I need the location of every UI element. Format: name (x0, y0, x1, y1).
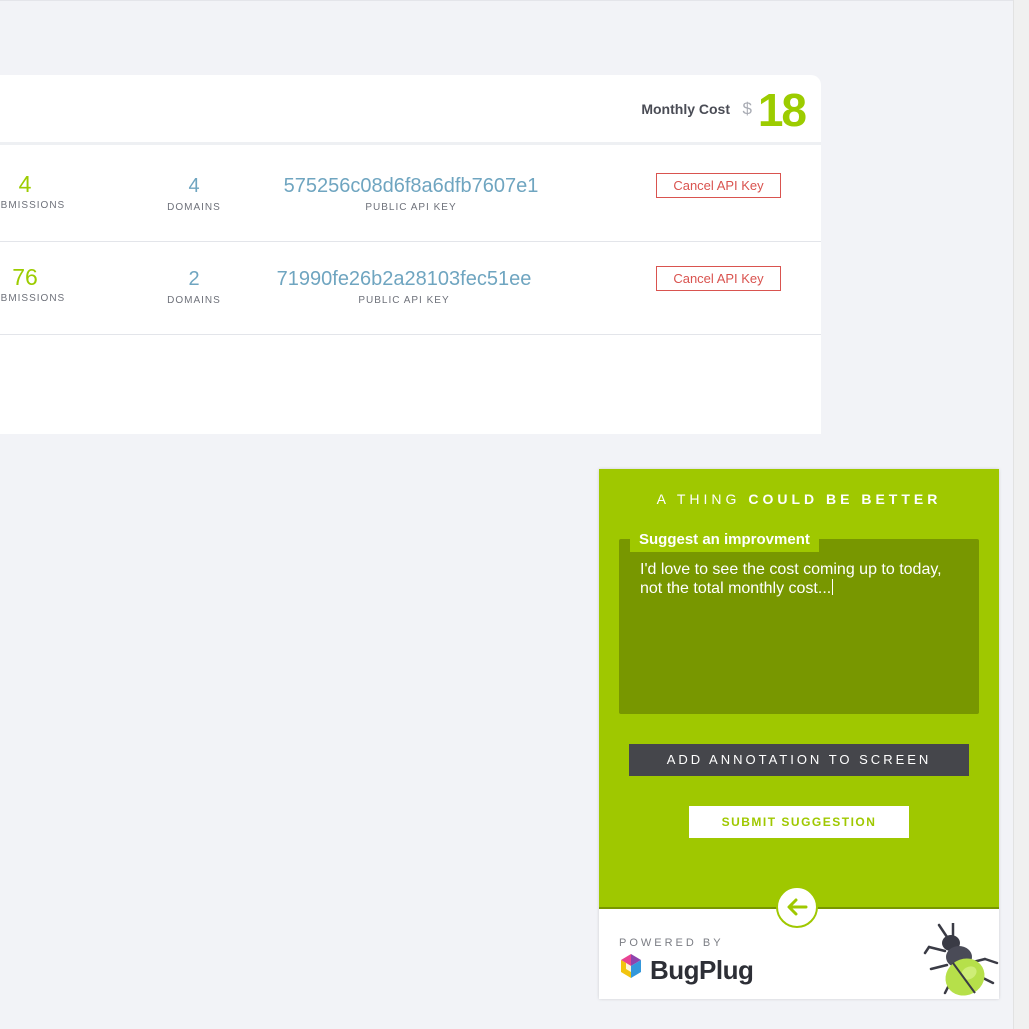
suggestion-text[interactable]: I'd love to see the cost coming up to to… (640, 560, 960, 598)
monthly-cost-label: Monthly Cost (641, 101, 730, 117)
text-caret (832, 579, 834, 595)
submit-suggestion-button[interactable]: SUBMIT SUGGESTION (689, 806, 909, 838)
submissions-label: SUBMISSIONS (0, 200, 66, 211)
bugplug-logo-icon (621, 954, 641, 978)
api-key-stat: 71990fe26b2a28103fec51ee PUBLIC API KEY (268, 267, 540, 306)
card-header: Monthly Cost $ 18 (0, 75, 821, 145)
cancel-api-key-button[interactable]: Cancel API Key (656, 173, 781, 198)
back-button[interactable] (776, 886, 818, 928)
domains-count: 2 (188, 268, 200, 290)
submissions-stat: 4 SUBMISSIONS (0, 172, 90, 211)
submissions-stat: 76 SUBMISSIONS (0, 265, 90, 304)
public-api-key: 575256c08d6f8a6dfb7607e1 (283, 175, 539, 197)
domains-stat: 2 DOMAINS (144, 267, 244, 306)
submissions-count: 76 (12, 264, 38, 290)
submissions-label: SUBMISSIONS (0, 293, 66, 304)
domains-count: 4 (188, 175, 200, 197)
add-annotation-button[interactable]: ADD ANNOTATION TO SCREEN (629, 744, 969, 776)
cancel-api-key-button[interactable]: Cancel API Key (656, 266, 781, 291)
arrow-left-icon (787, 898, 808, 916)
widget-title: A THING COULD BE BETTER (599, 491, 999, 507)
bug-mascot-icon (923, 923, 999, 996)
public-api-key: 71990fe26b2a28103fec51ee (276, 268, 532, 290)
widget-title-light: A THING (656, 491, 749, 507)
public-api-key-label: PUBLIC API KEY (365, 202, 457, 213)
domains-stat: 4 DOMAINS (144, 174, 244, 213)
suggestion-text-value: I'd love to see the cost coming up to to… (640, 561, 942, 597)
widget-title-bold: COULD BE BETTER (748, 491, 942, 507)
api-key-row: 4 SUBMISSIONS 4 DOMAINS 575256c08d6f8a6d… (0, 148, 821, 242)
bugplug-brand: BugPlug (619, 953, 754, 987)
public-api-key-label: PUBLIC API KEY (358, 295, 450, 306)
page-scrollbar[interactable] (1013, 0, 1029, 1029)
monthly-cost-value: 18 (757, 84, 807, 136)
submissions-count: 4 (18, 171, 32, 197)
api-key-row: 76 SUBMISSIONS 2 DOMAINS 71990fe26b2a281… (0, 241, 821, 335)
bugplug-widget: A THING COULD BE BETTER Suggest an impro… (599, 469, 999, 999)
api-key-stat: 575256c08d6f8a6dfb7607e1 PUBLIC API KEY (272, 174, 550, 213)
api-keys-card: Monthly Cost $ 18 4 SUBMISSIONS 4 DOMAIN… (0, 75, 821, 434)
currency-symbol: $ (742, 99, 752, 118)
top-divider (0, 0, 1013, 1)
domains-label: DOMAINS (167, 202, 221, 213)
brand-name: BugPlug (650, 955, 754, 985)
domains-label: DOMAINS (167, 295, 221, 306)
suggestion-field-label: Suggest an improvment (630, 529, 819, 552)
powered-by-label: POWERED BY (619, 937, 724, 949)
